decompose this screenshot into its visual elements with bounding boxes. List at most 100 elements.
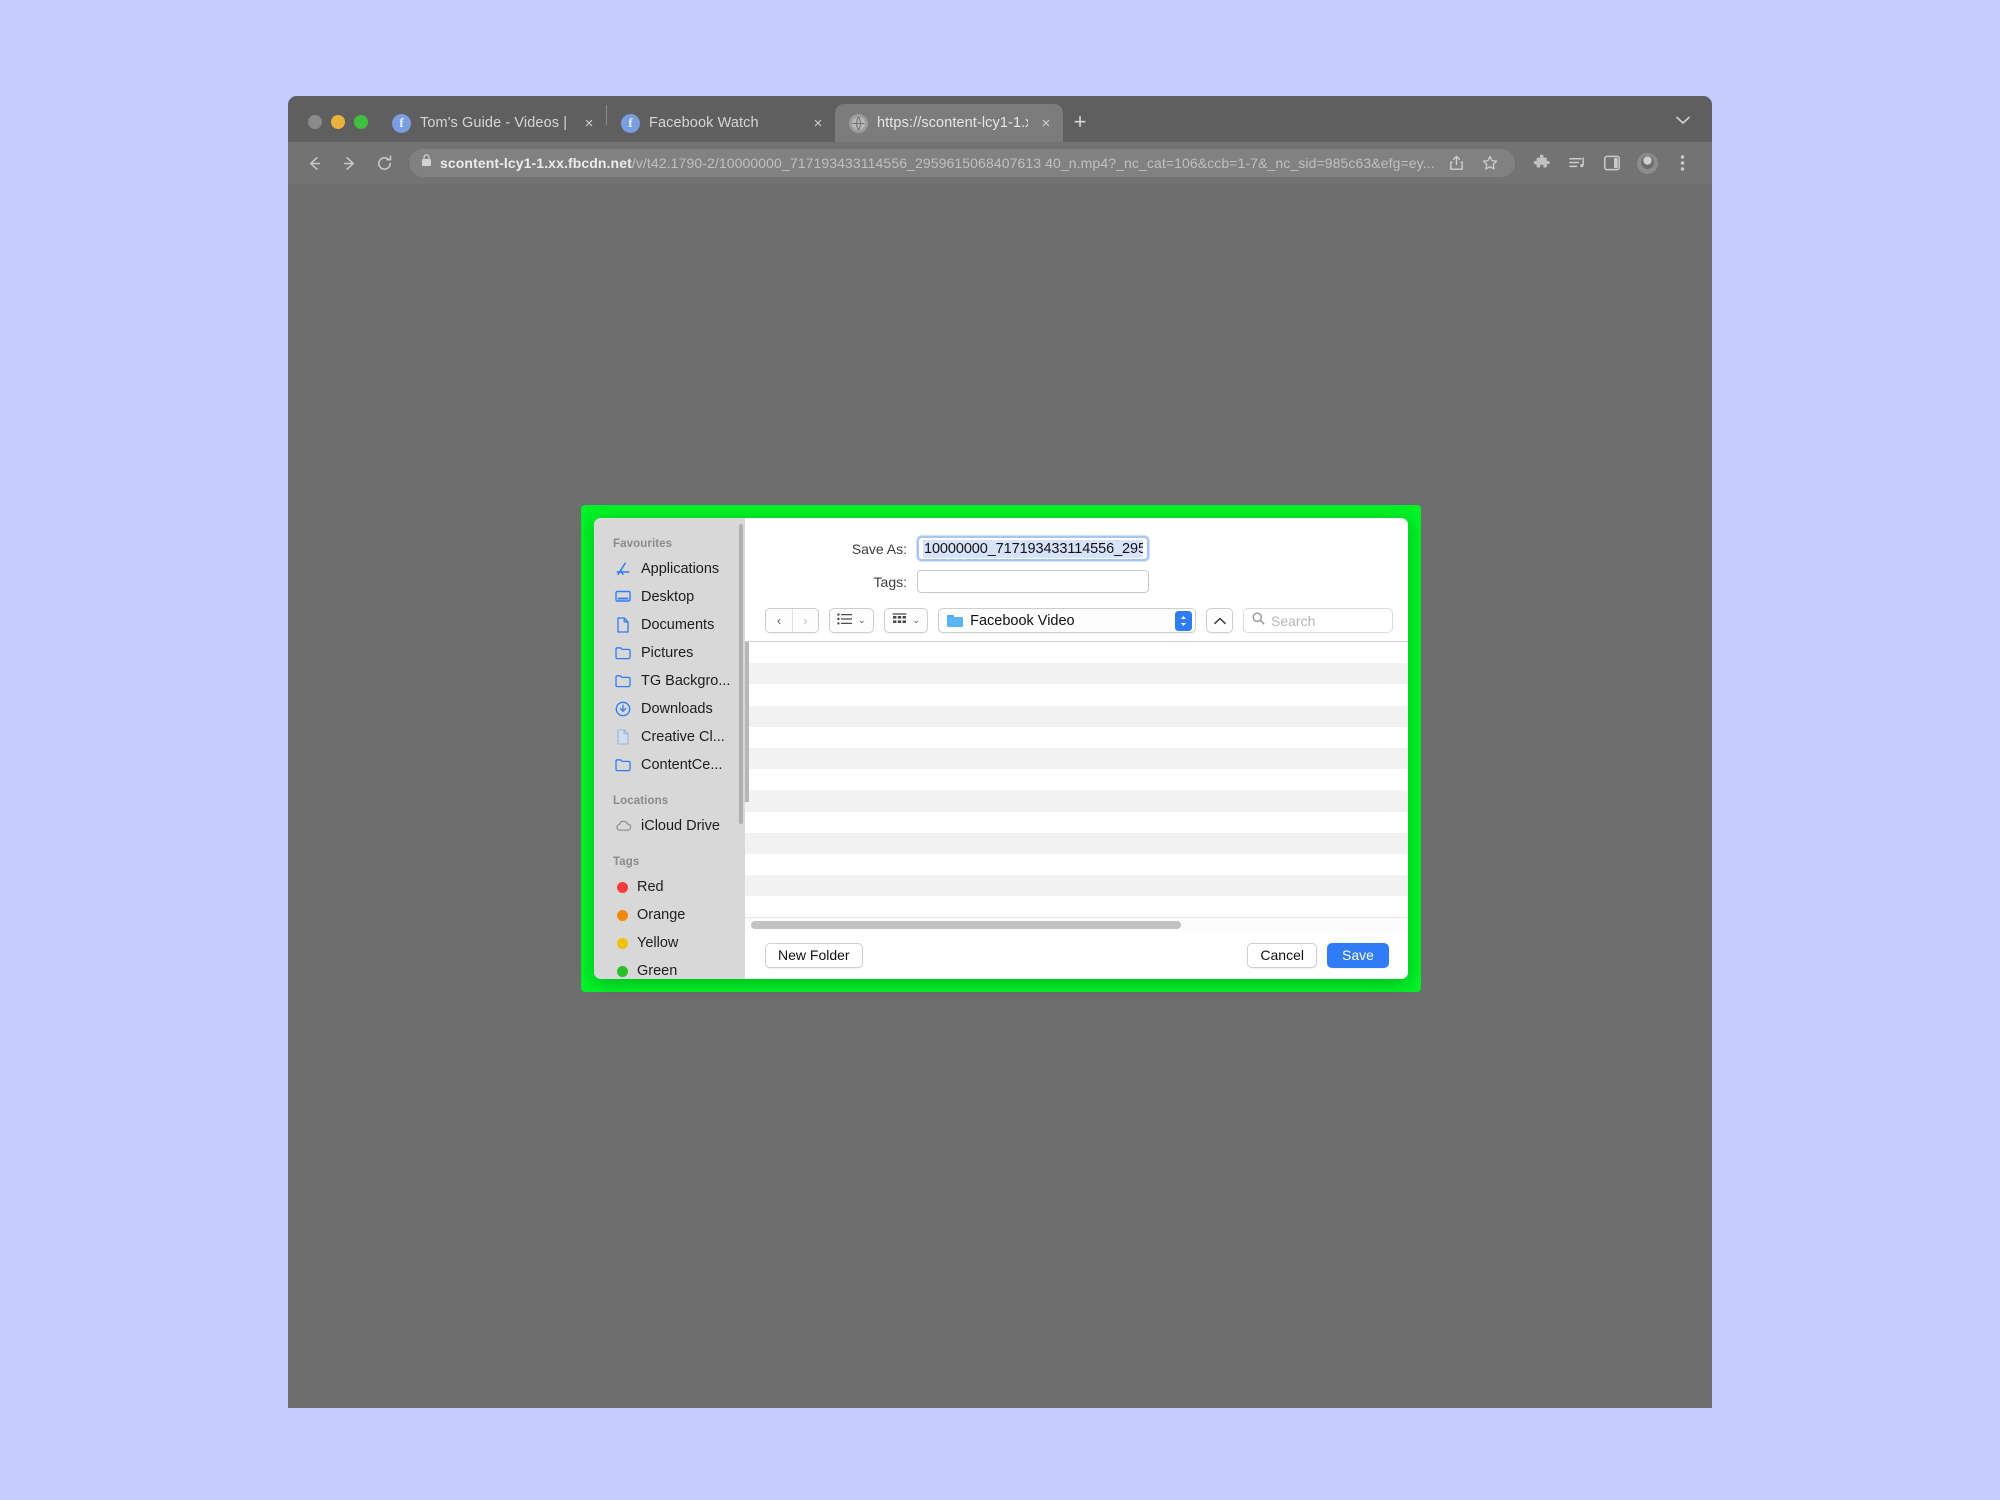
- dialog-navbar: ‹ › ⌄ ⌄ Facebook Video Search: [745, 602, 1408, 641]
- sidebar-item-label: Downloads: [641, 701, 713, 717]
- close-window-button[interactable]: [308, 115, 322, 129]
- file-list-row[interactable]: [745, 663, 1408, 685]
- chevron-down-icon: ⌄: [858, 615, 866, 625]
- facebook-icon: f: [621, 113, 640, 133]
- save-file-dialog: Favourites Applications Desktop Document…: [594, 518, 1408, 979]
- updown-stepper-icon[interactable]: [1175, 610, 1192, 631]
- url-text: scontent-lcy1-1.xx.fbcdn.net/v/t42.1790-…: [440, 155, 1435, 171]
- dialog-main: Save As: 10000000_717193433114556_2959 T…: [745, 518, 1408, 979]
- sidebar-tag-green[interactable]: Green: [594, 957, 745, 979]
- close-icon[interactable]: ×: [580, 114, 598, 132]
- sidebar-item-tg-backgrounds[interactable]: TG Backgro...: [594, 667, 745, 695]
- group-by-button[interactable]: ⌄: [883, 608, 929, 633]
- bookmark-star-icon[interactable]: [1477, 150, 1503, 176]
- search-icon: [1252, 612, 1265, 630]
- file-list-row[interactable]: [745, 684, 1408, 705]
- share-icon[interactable]: [1443, 150, 1469, 176]
- address-bar[interactable]: scontent-lcy1-1.xx.fbcdn.net/v/t42.1790-…: [409, 149, 1515, 177]
- avatar[interactable]: [1631, 147, 1663, 179]
- tags-label: Tags:: [873, 573, 907, 590]
- file-list-horizontal-scrollbar[interactable]: [745, 917, 1408, 931]
- sidebar-item-creative-cloud[interactable]: Creative Cl...: [594, 723, 745, 751]
- tags-input[interactable]: [917, 570, 1149, 593]
- sidebar-item-label: Desktop: [641, 589, 695, 605]
- tag-dot-icon: [617, 965, 628, 977]
- chevron-down-icon[interactable]: [1670, 107, 1696, 133]
- sidebar-item-label: iCloud Drive: [641, 818, 720, 834]
- file-list-row[interactable]: [745, 769, 1408, 790]
- sidebar-item-applications[interactable]: Applications: [594, 555, 745, 583]
- lock-icon: [421, 154, 432, 172]
- sidebar-item-icloud-drive[interactable]: iCloud Drive: [594, 812, 745, 840]
- sidebar-item-desktop[interactable]: Desktop: [594, 583, 745, 611]
- sidebar-scrollbar[interactable]: [739, 524, 743, 824]
- new-tab-button[interactable]: +: [1063, 105, 1097, 139]
- folder-icon: [614, 756, 632, 774]
- sidebar-item-label: Pictures: [641, 645, 694, 661]
- sidebar-item-contentcentral[interactable]: ContentCe...: [594, 751, 745, 779]
- sidebar-item-label: ContentCe...: [641, 757, 723, 773]
- close-icon[interactable]: ×: [809, 114, 827, 132]
- file-list-row[interactable]: [745, 705, 1408, 727]
- file-list-row[interactable]: [745, 727, 1408, 748]
- sidebar-tag-yellow[interactable]: Yellow: [594, 929, 745, 957]
- back-icon[interactable]: [298, 147, 330, 179]
- file-list[interactable]: [745, 641, 1408, 931]
- window-traffic-lights: [302, 115, 378, 142]
- file-list-row[interactable]: [745, 747, 1408, 770]
- file-list-row[interactable]: [745, 875, 1408, 897]
- tab-title: https://scontent-lcy1-1.xx.fbcd: [877, 115, 1028, 131]
- scrollbar-thumb[interactable]: [751, 921, 1181, 929]
- current-folder-popup[interactable]: Facebook Video: [938, 608, 1196, 633]
- sidebar-item-downloads[interactable]: Downloads: [594, 695, 745, 723]
- extensions-icon[interactable]: [1526, 147, 1558, 179]
- highlight-frame: Favourites Applications Desktop Document…: [581, 505, 1421, 992]
- browser-tab-2[interactable]: f Facebook Watch ×: [607, 104, 835, 142]
- minimize-window-button[interactable]: [331, 115, 345, 129]
- zoom-window-button[interactable]: [354, 115, 368, 129]
- view-mode-list-button[interactable]: ⌄: [829, 608, 874, 633]
- file-list-row[interactable]: [745, 854, 1408, 875]
- sidebar-section-locations-heading: Locations: [613, 795, 669, 807]
- new-folder-button[interactable]: New Folder: [765, 942, 863, 968]
- file-list-row[interactable]: [745, 642, 1408, 663]
- sidebar-tag-orange[interactable]: Orange: [594, 901, 745, 929]
- dialog-footer: New Folder Cancel Save: [745, 931, 1408, 979]
- file-list-row[interactable]: [745, 812, 1408, 833]
- dialog-forward-button[interactable]: ›: [792, 609, 818, 632]
- file-list-row[interactable]: [745, 790, 1408, 812]
- folder-icon: [614, 672, 632, 690]
- save-as-input[interactable]: 10000000_717193433114556_2959: [917, 536, 1149, 561]
- reload-icon[interactable]: [368, 147, 400, 179]
- save-button[interactable]: Save: [1327, 942, 1389, 968]
- search-field[interactable]: Search: [1243, 608, 1393, 633]
- sidebar-tag-red[interactable]: Red: [594, 873, 745, 901]
- dialog-back-button[interactable]: ‹: [766, 609, 792, 632]
- folder-icon: [947, 614, 964, 627]
- tab-title: Tom's Guide - Videos | Facebo: [420, 115, 571, 131]
- browser-tab-1[interactable]: f Tom's Guide - Videos | Facebo ×: [378, 104, 606, 142]
- desktop-icon: [614, 588, 632, 606]
- search-placeholder: Search: [1271, 612, 1316, 629]
- side-panel-icon[interactable]: [1596, 147, 1628, 179]
- applications-icon: [614, 560, 632, 578]
- sidebar-item-label: Applications: [641, 561, 720, 577]
- forward-icon[interactable]: [333, 147, 365, 179]
- close-icon[interactable]: ×: [1037, 114, 1055, 132]
- cancel-button[interactable]: Cancel: [1247, 942, 1317, 968]
- file-list-vertical-scrollbar[interactable]: [745, 642, 749, 802]
- sidebar-item-label: TG Backgro...: [641, 673, 731, 689]
- sidebar-item-label: Documents: [641, 617, 715, 633]
- more-menu-icon[interactable]: [1666, 147, 1698, 179]
- chevron-down-icon: ⌄: [912, 615, 921, 625]
- browser-tab-3-active[interactable]: https://scontent-lcy1-1.xx.fbcd ×: [835, 104, 1063, 142]
- sidebar-item-pictures[interactable]: Pictures: [594, 639, 745, 667]
- url-path: /v/t42.1790-2/10000000_717193433114556_2…: [631, 155, 1435, 171]
- go-up-button[interactable]: [1206, 608, 1233, 633]
- media-list-icon[interactable]: [1561, 147, 1593, 179]
- sidebar-item-label: Yellow: [637, 935, 679, 951]
- tags-row: Tags:: [745, 570, 1388, 593]
- dialog-form: Save As: 10000000_717193433114556_2959 T…: [745, 518, 1408, 602]
- sidebar-item-documents[interactable]: Documents: [594, 611, 745, 639]
- file-list-row[interactable]: [745, 832, 1408, 854]
